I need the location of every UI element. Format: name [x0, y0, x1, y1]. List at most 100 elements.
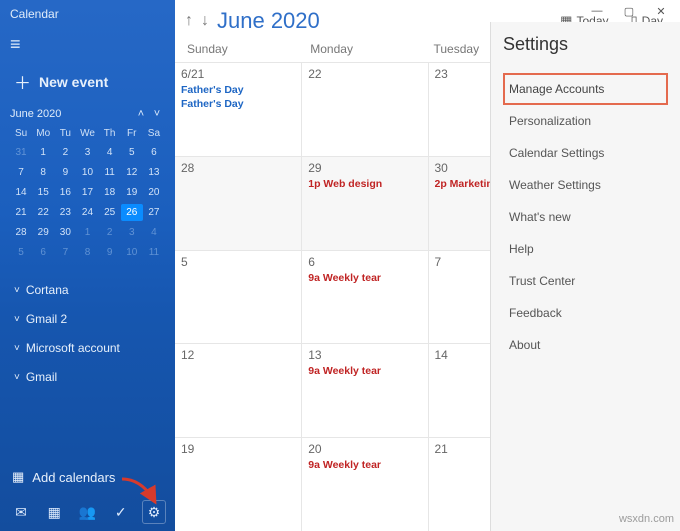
mini-day[interactable]: 17 [76, 184, 98, 201]
settings-item[interactable]: Weather Settings [503, 169, 668, 201]
mini-day[interactable]: 25 [99, 204, 121, 221]
settings-item[interactable]: About [503, 329, 668, 361]
settings-gear-icon[interactable]: ⚙ [143, 501, 165, 523]
mini-day[interactable]: 5 [10, 244, 32, 261]
mini-day[interactable]: 21 [10, 204, 32, 221]
mini-day[interactable]: 31 [10, 144, 32, 161]
prev-month-icon[interactable]: ↑ [185, 12, 193, 30]
event[interactable]: Father's Day [181, 98, 295, 110]
mini-next-icon[interactable]: ˅ [149, 108, 165, 120]
day-number: 12 [181, 348, 295, 362]
mini-day[interactable]: 14 [10, 184, 32, 201]
people-icon[interactable]: 👥 [77, 501, 99, 523]
event[interactable]: 9a Weekly tear [308, 459, 421, 471]
day-number: 5 [181, 255, 295, 269]
mini-day[interactable]: 9 [54, 164, 76, 181]
todo-icon[interactable]: ✓ [110, 501, 132, 523]
day-cell[interactable]: 28 [175, 156, 301, 250]
event[interactable]: 9a Weekly tear [308, 365, 421, 377]
settings-item[interactable]: Calendar Settings [503, 137, 668, 169]
account-item[interactable]: ˅Gmail 2 [6, 306, 169, 332]
mini-day[interactable]: 8 [32, 164, 54, 181]
app-title-row: Calendar [0, 0, 175, 28]
settings-item[interactable]: Personalization [503, 105, 668, 137]
minimize-button[interactable]: — [582, 1, 612, 21]
mail-icon[interactable]: ✉ [10, 501, 32, 523]
add-calendars-button[interactable]: ▦ Add calendars [0, 459, 175, 495]
mini-day[interactable]: 29 [32, 224, 54, 241]
mini-day[interactable]: 5 [121, 144, 143, 161]
mini-day[interactable]: 23 [54, 204, 76, 221]
account-item[interactable]: ˅Gmail [6, 364, 169, 390]
mini-day[interactable]: 18 [99, 184, 121, 201]
column-header: Monday [310, 42, 433, 56]
mini-day[interactable]: 3 [121, 224, 143, 241]
mini-day[interactable]: 7 [54, 244, 76, 261]
mini-day[interactable]: 11 [99, 164, 121, 181]
settings-item[interactable]: Trust Center [503, 265, 668, 297]
mini-day[interactable]: 10 [76, 164, 98, 181]
chevron-down-icon: ˅ [14, 285, 20, 296]
mini-calendar: June 2020 ˄ ˅ SuMoTuWeThFrSa311234567891… [0, 108, 175, 269]
mini-dow: We [76, 126, 98, 141]
mini-dow: Su [10, 126, 32, 141]
mini-day[interactable]: 13 [143, 164, 165, 181]
new-event-button[interactable]: ＋ New event [0, 61, 175, 108]
event[interactable]: Father's Day [181, 84, 295, 96]
day-cell[interactable]: 5 [175, 250, 301, 344]
day-cell[interactable]: 19 [175, 437, 301, 531]
day-number: 22 [308, 67, 421, 81]
menu-icon[interactable]: ≡ [0, 28, 175, 61]
mini-day[interactable]: 20 [143, 184, 165, 201]
mini-day[interactable]: 6 [143, 144, 165, 161]
event[interactable]: 1p Web design [308, 178, 421, 190]
mini-day[interactable]: 28 [10, 224, 32, 241]
mini-day[interactable]: 1 [32, 144, 54, 161]
mini-day[interactable]: 27 [143, 204, 165, 221]
settings-panel: Settings Manage AccountsPersonalizationC… [490, 22, 680, 531]
calendar-icon[interactable]: ▦ [43, 501, 65, 523]
mini-day[interactable]: 24 [76, 204, 98, 221]
mini-day[interactable]: 10 [121, 244, 143, 261]
mini-day[interactable]: 7 [10, 164, 32, 181]
day-cell[interactable]: 6/21Father's DayFather's Day [175, 62, 301, 156]
mini-day[interactable]: 1 [76, 224, 98, 241]
day-cell[interactable]: 209a Weekly tear [301, 437, 427, 531]
chevron-down-icon: ˅ [14, 314, 20, 325]
mini-day[interactable]: 3 [76, 144, 98, 161]
mini-day[interactable]: 11 [143, 244, 165, 261]
close-button[interactable]: ✕ [646, 1, 676, 21]
new-event-label: New event [39, 74, 108, 90]
account-item[interactable]: ˅Cortana [6, 277, 169, 303]
settings-item[interactable]: Manage Accounts [503, 73, 668, 105]
mini-day[interactable]: 16 [54, 184, 76, 201]
mini-day[interactable]: 30 [54, 224, 76, 241]
mini-day[interactable]: 22 [32, 204, 54, 221]
next-month-icon[interactable]: ↓ [201, 12, 209, 30]
mini-day[interactable]: 8 [76, 244, 98, 261]
mini-prev-icon[interactable]: ˄ [133, 108, 149, 120]
settings-item[interactable]: Help [503, 233, 668, 265]
mini-day[interactable]: 19 [121, 184, 143, 201]
mini-day[interactable]: 12 [121, 164, 143, 181]
add-calendars-label: Add calendars [32, 470, 115, 485]
mini-day[interactable]: 4 [143, 224, 165, 241]
settings-item[interactable]: Feedback [503, 297, 668, 329]
mini-day[interactable]: 9 [99, 244, 121, 261]
day-cell[interactable]: 291p Web design [301, 156, 427, 250]
settings-item[interactable]: What's new [503, 201, 668, 233]
mini-day[interactable]: 15 [32, 184, 54, 201]
day-cell[interactable]: 12 [175, 343, 301, 437]
mini-day[interactable]: 2 [54, 144, 76, 161]
account-item[interactable]: ˅Microsoft account [6, 335, 169, 361]
maximize-button[interactable]: ▢ [614, 1, 644, 21]
day-cell[interactable]: 69a Weekly tear [301, 250, 427, 344]
mini-dow: Th [99, 126, 121, 141]
day-cell[interactable]: 139a Weekly tear [301, 343, 427, 437]
day-cell[interactable]: 22 [301, 62, 427, 156]
mini-day[interactable]: 26 [121, 204, 143, 221]
mini-day[interactable]: 6 [32, 244, 54, 261]
event[interactable]: 9a Weekly tear [308, 272, 421, 284]
mini-day[interactable]: 2 [99, 224, 121, 241]
mini-day[interactable]: 4 [99, 144, 121, 161]
